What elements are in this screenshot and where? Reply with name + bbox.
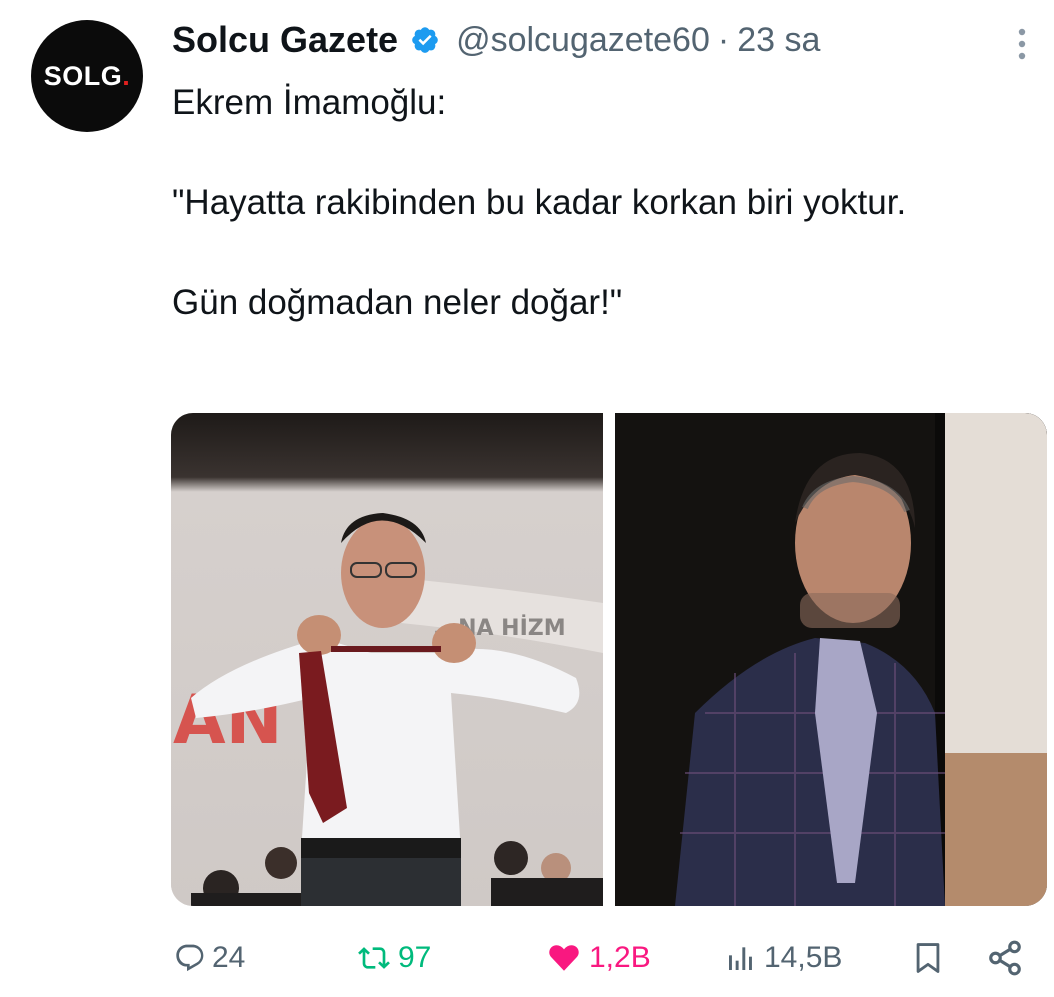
share-button[interactable]	[986, 930, 1024, 986]
timestamp[interactable]: 23 sa	[737, 21, 820, 60]
bookmark-button[interactable]	[911, 930, 945, 986]
media-grid: ...NA HİZM AN DE	[171, 413, 1047, 906]
photo-left-illustration: ...NA HİZM AN DE	[171, 413, 603, 906]
tweet-header: Solcu Gazete @solcugazete60 · 23 sa	[172, 16, 820, 64]
photo-right-illustration	[615, 413, 1047, 906]
tweet-text-line: Gün doğmadan neler doğar!"	[172, 283, 623, 322]
photo-imamoglu[interactable]: ...NA HİZM AN DE	[171, 413, 603, 906]
avatar-logo-text: SOLG.	[43, 60, 131, 91]
handle[interactable]: @solcugazete60	[456, 21, 710, 60]
separator-dot: ·	[717, 20, 730, 59]
like-button[interactable]: 1,2B	[545, 930, 651, 986]
like-count: 1,2B	[589, 941, 651, 974]
retweet-icon	[358, 947, 390, 969]
tweet-text-line: "Hayatta rakibinden bu kadar korkan biri…	[172, 183, 907, 222]
tweet-text-line: Ekrem İmamoğlu:	[172, 83, 447, 122]
retweet-count: 97	[398, 941, 432, 974]
photo-erdogan[interactable]	[615, 413, 1047, 906]
views-count: 14,5B	[764, 941, 843, 974]
views-icon	[729, 947, 752, 970]
display-name[interactable]: Solcu Gazete	[172, 19, 398, 61]
reply-button[interactable]: 24	[174, 930, 245, 986]
bookmark-icon	[916, 943, 940, 973]
views-button[interactable]: 14,5B	[724, 930, 842, 986]
retweet-button[interactable]: 97	[356, 930, 431, 986]
reply-count: 24	[212, 941, 246, 974]
more-icon[interactable]	[1012, 26, 1032, 66]
action-bar: 24 97 1,2B 14,5B	[0, 930, 1054, 986]
heart-icon	[549, 945, 579, 971]
verified-badge-icon	[412, 27, 438, 53]
avatar[interactable]: SOLG.	[31, 20, 143, 132]
share-icon	[989, 940, 1021, 976]
tweet-text: Ekrem İmamoğlu: "Hayatta rakibinden bu k…	[172, 78, 992, 328]
reply-icon	[176, 944, 204, 972]
